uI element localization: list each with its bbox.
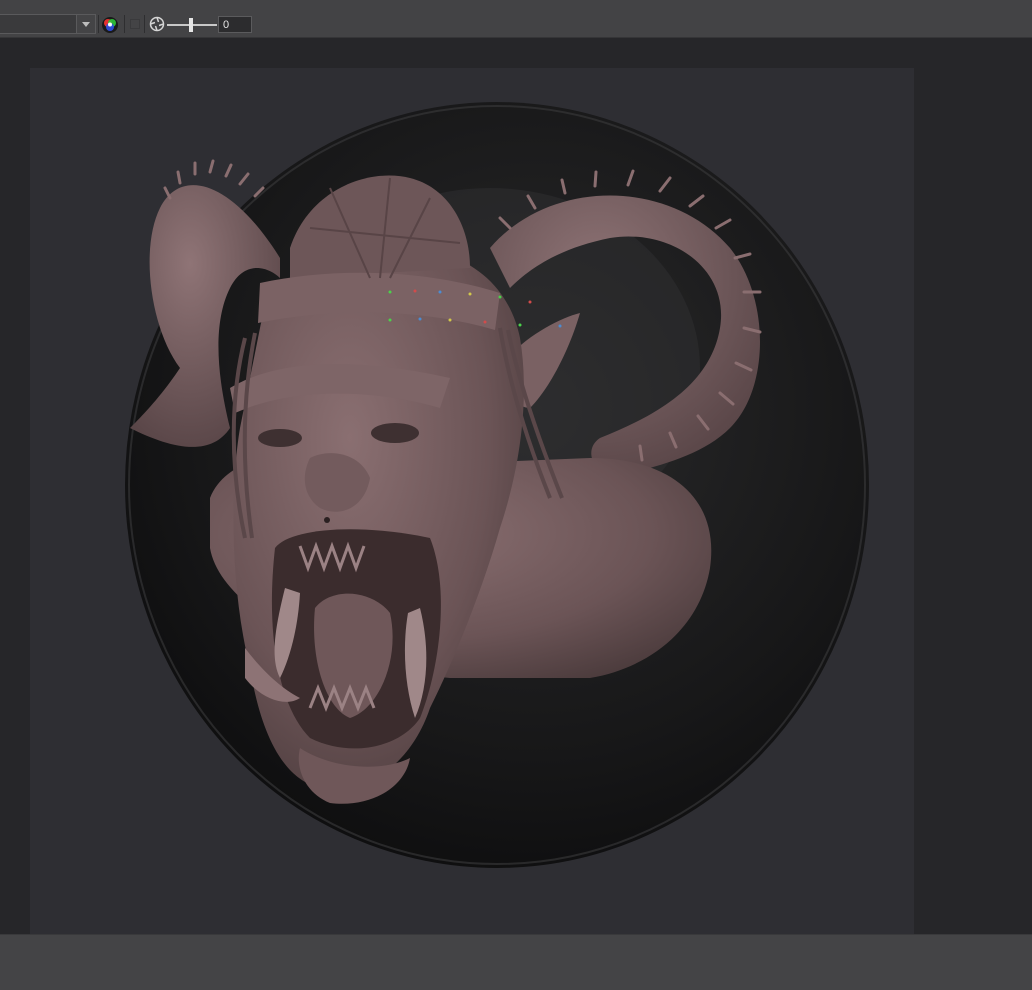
slider-handle[interactable] <box>189 18 193 32</box>
toolbar-divider <box>124 15 125 33</box>
nostril <box>324 517 330 523</box>
top-toolbar: 0 <box>0 0 1032 38</box>
exposure-value-field[interactable]: 0 <box>218 16 252 33</box>
aperture-icon[interactable] <box>149 16 165 32</box>
bottom-status-bar <box>0 934 1032 990</box>
renderer-dropdown[interactable] <box>0 14 96 34</box>
toolbar-divider <box>98 15 99 33</box>
right-eye <box>371 423 419 443</box>
viewport-area <box>0 38 1032 934</box>
toolbar-divider <box>144 15 145 33</box>
sculpt-render-image <box>125 102 869 868</box>
exposure-slider[interactable] <box>167 16 217 34</box>
checkbox-icon[interactable] <box>130 19 140 29</box>
left-eye <box>258 429 302 447</box>
color-wheel-icon[interactable] <box>101 16 119 34</box>
render-viewport[interactable] <box>30 68 914 934</box>
chevron-down-icon[interactable] <box>76 15 95 33</box>
